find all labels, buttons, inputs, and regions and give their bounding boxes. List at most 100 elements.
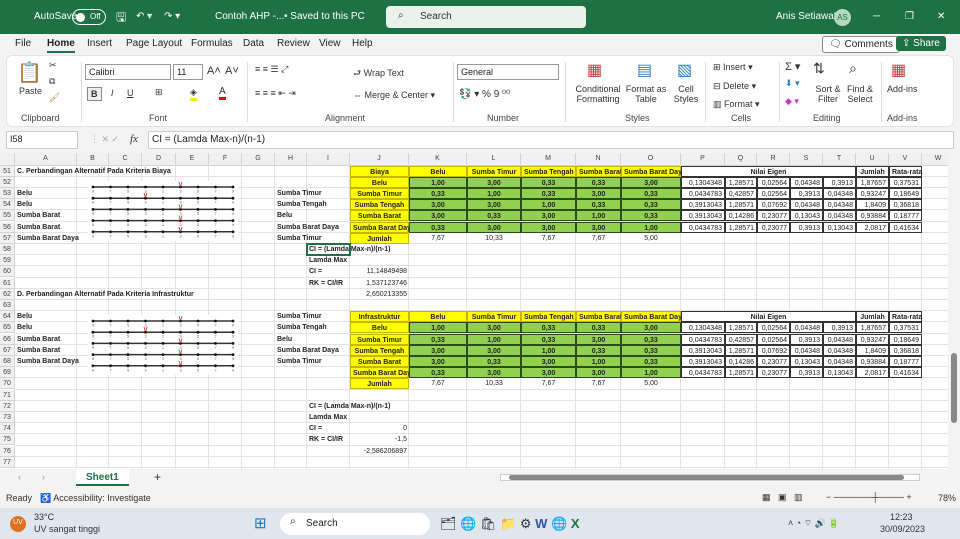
cell-R66[interactable]: 0,02564 [757, 333, 790, 345]
cell-O65[interactable]: 3,00 [621, 322, 681, 334]
tray-icons[interactable]: ˄ ◔ ⌔ 🔊 🔋 [788, 518, 840, 529]
column-header-Q[interactable]: Q [725, 153, 757, 166]
autosave-toggle[interactable]: Off [72, 9, 106, 25]
cell-I72[interactable]: CI = (Lamda Max-n)/(n-1) [307, 401, 390, 412]
cell-U67[interactable]: 1,8409 [856, 344, 889, 356]
cell-Q69[interactable]: 1,28571 [725, 367, 757, 379]
cell-L57[interactable]: 10,33 [467, 233, 521, 244]
column-header-I[interactable]: I [307, 153, 350, 166]
cell-M66[interactable]: 0,33 [521, 333, 576, 345]
cell-L70[interactable]: 10,33 [467, 378, 521, 389]
search-box[interactable]: ⌕ Search [386, 6, 586, 28]
cell-R56[interactable]: 0,23077 [757, 221, 790, 233]
cell-M55[interactable]: 3,00 [521, 210, 576, 222]
cell-P56[interactable]: 0,0434783 [681, 221, 725, 233]
cell-I59[interactable]: Lamda Max [307, 255, 350, 266]
cell-S52[interactable]: 0,04348 [790, 176, 823, 188]
cell-S54[interactable]: 0,04348 [790, 199, 823, 211]
format-painter-icon[interactable]: 🖌 [49, 92, 60, 103]
column-header-J[interactable]: J [350, 153, 409, 166]
column-header-E[interactable]: E [176, 153, 209, 166]
select-all-corner[interactable] [0, 153, 15, 166]
insert-cells-button[interactable]: ⊞ Insert ▾ [713, 62, 753, 73]
cell-H56[interactable]: Sumba Barat Daya [275, 222, 339, 233]
cell-J51[interactable]: Biaya [350, 165, 409, 177]
cell-I75[interactable]: RK = CI/IR [307, 434, 350, 445]
add-sheet-button[interactable]: + [154, 470, 161, 484]
cell-N64[interactable]: Sumba Barat [576, 311, 622, 323]
cell-I58[interactable]: CI = (Lamda Max-n)/(n-1) [307, 244, 390, 255]
cell-V54[interactable]: 0,36818 [889, 199, 922, 211]
cell-H55[interactable]: Belu [275, 210, 307, 221]
cell-U51[interactable]: Jumlah [856, 165, 889, 177]
format-as-table-button[interactable]: Format as Table [624, 84, 668, 104]
cell-O70[interactable]: 5,00 [621, 378, 681, 389]
cell-U55[interactable]: 0,93884 [856, 210, 889, 222]
cell-R69[interactable]: 0,23077 [757, 367, 790, 379]
cell-J68[interactable]: Sumba Barat [350, 355, 409, 368]
cell-K52[interactable]: 1,00 [409, 176, 467, 188]
cell-J53[interactable]: Sumba Timur [350, 187, 409, 200]
cell-N70[interactable]: 7,67 [576, 378, 621, 389]
cell-N51[interactable]: Sumba Barat [576, 165, 622, 177]
font-name-select[interactable]: Calibri [85, 64, 171, 80]
tab-file[interactable]: File [15, 38, 31, 49]
cell-L56[interactable]: 3,00 [467, 221, 521, 233]
row-header-56[interactable]: 56 [0, 221, 15, 233]
cell-A56[interactable]: Sumba Barat [15, 222, 77, 233]
borders-icon[interactable]: ⊞ [155, 87, 163, 98]
cell-V69[interactable]: 0,41634 [889, 367, 922, 379]
cell-O66[interactable]: 0,33 [621, 333, 681, 345]
cell-O55[interactable]: 0,33 [621, 210, 681, 222]
cell-Q52[interactable]: 1,28571 [725, 176, 757, 188]
cell-V56[interactable]: 0,41634 [889, 221, 922, 233]
cell-O67[interactable]: 0,33 [621, 344, 681, 356]
column-header-W[interactable]: W [922, 153, 948, 166]
cell-A64[interactable]: Belu [15, 311, 77, 322]
cell-J67[interactable]: Sumba Tengah [350, 344, 409, 356]
cell-T53[interactable]: 0,04348 [823, 187, 856, 200]
cell-P67[interactable]: 0,3913043 [681, 344, 725, 356]
cell-V51[interactable]: Rata-rata [889, 165, 922, 177]
undo-icon[interactable]: ↶ ▾ [136, 11, 152, 22]
cell-M69[interactable]: 3,00 [521, 367, 576, 379]
cell-V65[interactable]: 0,37531 [889, 322, 922, 334]
cell-N65[interactable]: 0,33 [576, 322, 621, 334]
conditional-formatting-button[interactable]: Conditional Formatting [573, 84, 623, 104]
number-format-icons[interactable]: 💱 ▾ % 9 ⁰⁰ [459, 89, 510, 100]
cell-R67[interactable]: 0,07692 [757, 344, 790, 356]
tab-formulas[interactable]: Formulas [191, 38, 233, 49]
cell-O53[interactable]: 0,33 [621, 187, 681, 200]
minimize-button[interactable]: ─ [873, 11, 880, 22]
cell-U68[interactable]: 0,93884 [856, 355, 889, 368]
accessibility-status[interactable]: ♿ Accessibility: Investigate [40, 493, 151, 504]
cell-J69[interactable]: Sumba Barat Daya [350, 367, 415, 379]
cell-A68[interactable]: Sumba Barat Daya [15, 356, 79, 367]
cell-K53[interactable]: 0,33 [409, 187, 467, 200]
cell-H64[interactable]: Sumba Timur [275, 311, 322, 322]
avatar[interactable]: AS [834, 9, 851, 26]
cell-N55[interactable]: 1,00 [576, 210, 621, 222]
prev-sheet-icon[interactable]: ‹ [18, 472, 21, 482]
formula-input[interactable]: CI = (Lamda Max-n)/(n-1) [148, 131, 954, 149]
cell-N67[interactable]: 0,33 [576, 344, 621, 356]
column-header-C[interactable]: C [109, 153, 142, 166]
cell-A54[interactable]: Belu [15, 199, 77, 210]
cell-V52[interactable]: 0,37531 [889, 176, 922, 188]
paste-icon[interactable]: 📋 [17, 60, 42, 85]
cell-M54[interactable]: 1,00 [521, 199, 576, 211]
cell-S65[interactable]: 0,04348 [790, 322, 823, 334]
cell-S67[interactable]: 0,04348 [790, 344, 823, 356]
cell-U66[interactable]: 0,93247 [856, 333, 889, 345]
cell-N53[interactable]: 3,00 [576, 187, 621, 200]
cell-H65[interactable]: Sumba Tengah [275, 322, 327, 333]
row-header-52[interactable]: 52 [0, 176, 15, 188]
cell-Q53[interactable]: 0,42857 [725, 187, 757, 200]
decrease-font-icon[interactable]: A˅ [225, 65, 239, 77]
cell-N56[interactable]: 3,00 [576, 221, 621, 233]
cell-K69[interactable]: 0,33 [409, 367, 467, 379]
cell-S55[interactable]: 0,13043 [790, 210, 823, 222]
zoom-level[interactable]: 78% [938, 493, 956, 503]
cell-L55[interactable]: 0,33 [467, 210, 521, 222]
cell-J74[interactable]: 0 [350, 423, 409, 434]
